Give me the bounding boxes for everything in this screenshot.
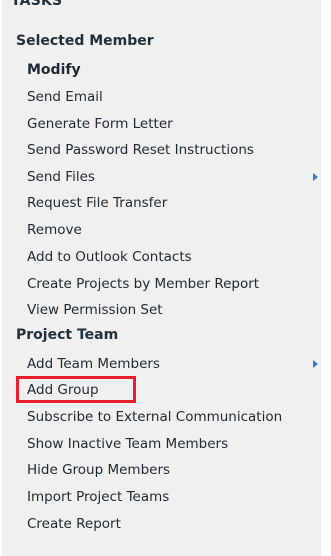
task-remove[interactable]: Remove bbox=[27, 217, 82, 243]
panel-title: TASKS bbox=[11, 0, 63, 9]
section-header-selected-member: Selected Member bbox=[16, 33, 154, 49]
task-modify[interactable]: Modify bbox=[27, 57, 81, 83]
task-subscribe-external-communication[interactable]: Subscribe to External Communication bbox=[27, 404, 282, 430]
task-send-password-reset[interactable]: Send Password Reset Instructions bbox=[27, 137, 254, 163]
task-send-files[interactable]: Send Files bbox=[27, 164, 95, 190]
task-import-project-teams[interactable]: Import Project Teams bbox=[27, 484, 169, 510]
task-create-report[interactable]: Create Report bbox=[27, 511, 121, 537]
task-hide-group-members[interactable]: Hide Group Members bbox=[27, 457, 170, 483]
task-view-permission-set[interactable]: View Permission Set bbox=[27, 297, 163, 323]
section-header-project-team: Project Team bbox=[16, 327, 119, 343]
task-add-group[interactable]: Add Group bbox=[27, 377, 99, 403]
task-create-projects-report[interactable]: Create Projects by Member Report bbox=[27, 271, 259, 297]
submenu-arrow-icon[interactable] bbox=[313, 173, 318, 181]
task-send-email[interactable]: Send Email bbox=[27, 84, 103, 110]
task-add-team-members[interactable]: Add Team Members bbox=[27, 351, 160, 377]
task-show-inactive-team-members[interactable]: Show Inactive Team Members bbox=[27, 431, 228, 457]
tasks-panel: TASKS Selected Member Modify Send Email … bbox=[0, 0, 321, 556]
task-request-file-transfer[interactable]: Request File Transfer bbox=[27, 190, 167, 216]
submenu-arrow-icon[interactable] bbox=[313, 360, 318, 368]
task-add-to-outlook-contacts[interactable]: Add to Outlook Contacts bbox=[27, 244, 192, 270]
task-generate-form-letter[interactable]: Generate Form Letter bbox=[27, 111, 173, 137]
